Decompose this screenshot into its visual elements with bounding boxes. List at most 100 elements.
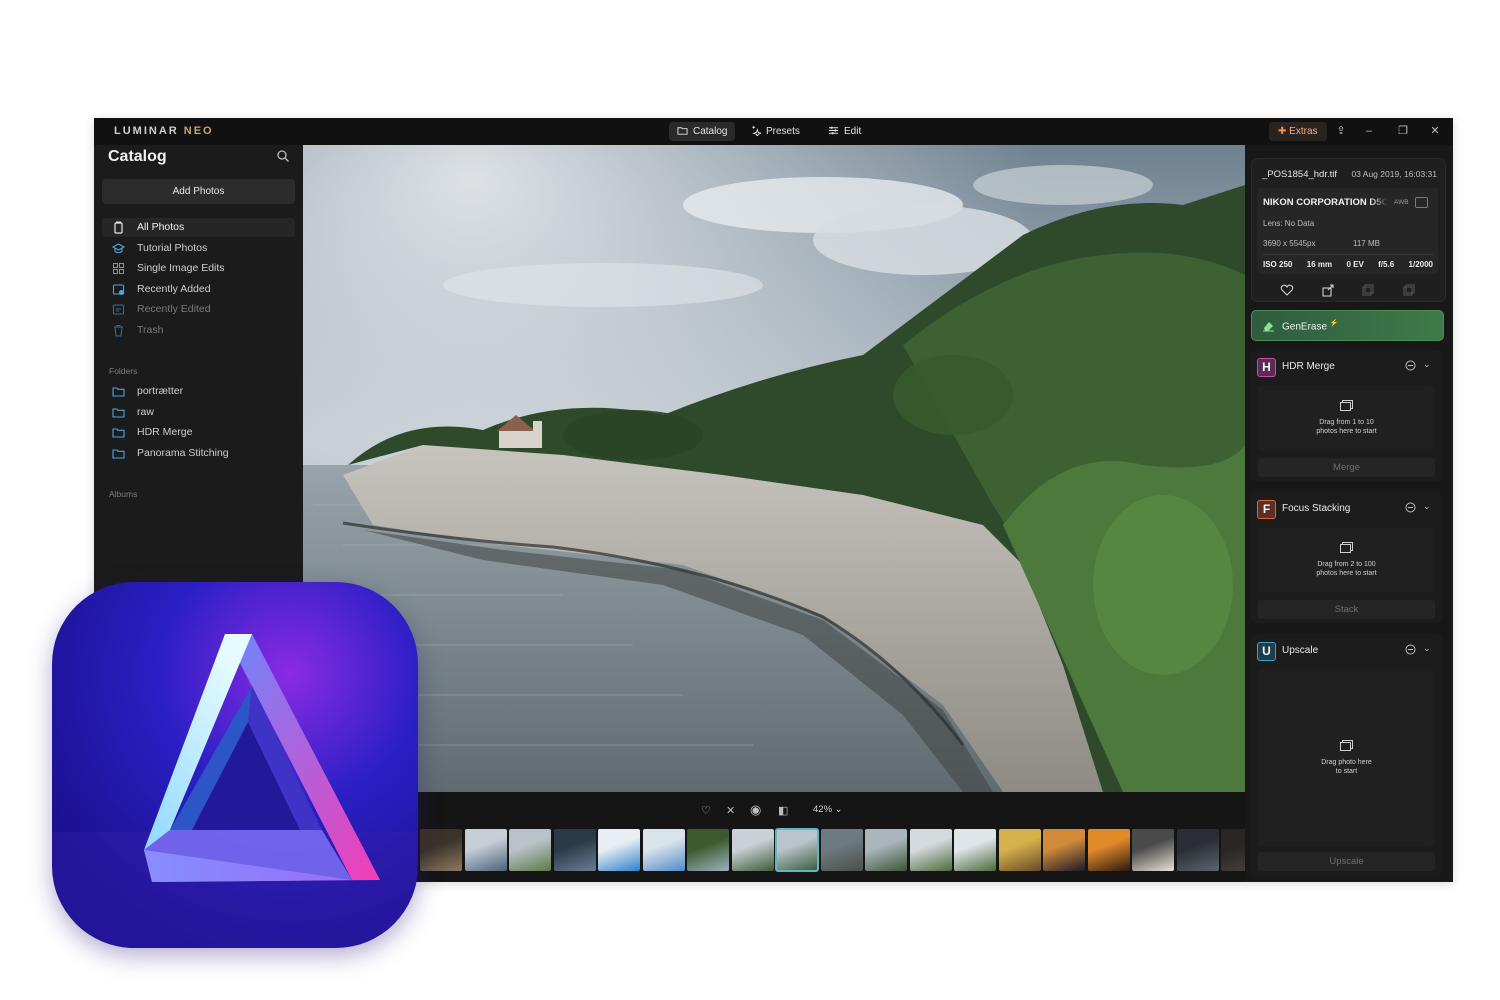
compare-icon[interactable]: ◧ xyxy=(778,804,788,818)
recently-edited-icon xyxy=(112,304,125,315)
filmstrip-thumbnail[interactable] xyxy=(954,829,996,871)
filmstrip-thumbnail[interactable] xyxy=(909,829,952,871)
sidebar-item-label: All Photos xyxy=(137,221,185,233)
filmstrip-thumbnail[interactable] xyxy=(687,829,729,871)
restore-button[interactable]: ❐ xyxy=(1395,123,1411,139)
sidebar-item-recently-added[interactable]: Recently Added xyxy=(102,280,295,299)
hdr-badge: H xyxy=(1257,358,1276,377)
generase-mark: ⚡ xyxy=(1329,320,1339,327)
recently-added-icon xyxy=(112,284,125,295)
reject-icon[interactable]: ✕ xyxy=(726,804,735,818)
right-panel: _POS1854_hdr.tif 03 Aug 2019, 16:03:31 N… xyxy=(1245,145,1453,882)
filmstrip-thumbnail[interactable] xyxy=(775,828,819,872)
grid-icon xyxy=(113,263,124,274)
heart-icon[interactable] xyxy=(1280,283,1294,297)
sidebar-item-trash[interactable]: Trash xyxy=(102,321,295,340)
filmstrip-thumbnail[interactable] xyxy=(1043,829,1085,871)
filmstrip-thumbnail[interactable] xyxy=(1176,829,1219,871)
folder-item[interactable]: Panorama Stitching xyxy=(102,444,295,463)
close-button[interactable]: ✕ xyxy=(1427,123,1443,139)
upscale-badge: U xyxy=(1257,642,1276,661)
puzzle-icon: ✚ xyxy=(1278,126,1290,137)
folder-icon xyxy=(112,428,125,438)
awb-label: AWB xyxy=(1394,199,1409,206)
remove-tool-icon[interactable] xyxy=(1405,644,1416,655)
drop-line: photos here to start xyxy=(1316,570,1377,577)
filmstrip-thumbnail[interactable] xyxy=(731,829,774,871)
tab-catalog-label: Catalog xyxy=(693,126,728,137)
chevron-down-icon[interactable]: ⌄ xyxy=(1423,501,1431,512)
upscale-drop-zone[interactable]: Drag photo here to start xyxy=(1258,670,1435,846)
folder-label: raw xyxy=(137,406,154,418)
hdr-drop-zone[interactable]: Drag from 1 to 10 photos here to start xyxy=(1258,386,1435,450)
exposure-comp: 0 EV xyxy=(1346,260,1364,269)
filmstrip-thumbnail[interactable] xyxy=(464,829,507,871)
filmstrip-thumbnail[interactable] xyxy=(598,829,640,871)
filmstrip-thumbnail[interactable] xyxy=(998,829,1041,871)
folder-item[interactable]: portrætter xyxy=(102,382,295,401)
filmstrip-thumbnail[interactable] xyxy=(1132,829,1174,871)
photo-canvas[interactable] xyxy=(303,145,1245,792)
tab-presets[interactable]: Presets xyxy=(742,122,808,141)
minimize-button[interactable]: – xyxy=(1361,123,1377,139)
camera-model: NIKON CORPORATION D5C xyxy=(1263,197,1388,208)
filmstrip[interactable] xyxy=(303,828,1263,873)
folder-label: portrætter xyxy=(137,385,184,397)
merge-button[interactable]: Merge xyxy=(1258,458,1435,477)
share-icon[interactable]: ⇪ xyxy=(1333,123,1349,139)
filmstrip-thumbnail[interactable] xyxy=(642,829,685,871)
filmstrip-thumbnail[interactable] xyxy=(1087,829,1130,871)
shutter-speed: 1/2000 xyxy=(1408,260,1433,269)
images-icon xyxy=(1340,740,1353,751)
sidebar-item-all-photos[interactable]: All Photos xyxy=(102,218,295,237)
albums-heading: Albums xyxy=(109,489,138,499)
sidebar-item-tutorial-photos[interactable]: Tutorial Photos xyxy=(102,239,295,258)
filmstrip-thumbnail[interactable] xyxy=(420,829,462,871)
extras-button[interactable]: ✚ Extras xyxy=(1269,122,1327,141)
generase-text: GenErase xyxy=(1282,321,1328,333)
chevron-down-icon: ⌄ xyxy=(834,804,843,815)
filmstrip-thumbnail[interactable] xyxy=(509,829,551,871)
eye-icon[interactable]: ◉ xyxy=(750,802,761,817)
generase-button[interactable]: GenErase ⚡ xyxy=(1251,310,1444,341)
graduation-cap-icon xyxy=(112,243,125,254)
folders-heading: Folders xyxy=(109,366,138,376)
paste-icon[interactable] xyxy=(1402,283,1416,297)
title-bar: LUMINAR NEO Catalog Presets Edit ✚ Extra… xyxy=(94,118,1453,145)
folder-item[interactable]: HDR Merge xyxy=(102,423,295,442)
file-date: 03 Aug 2019, 16:03:31 xyxy=(1351,169,1437,179)
drop-line: Drag from 2 to 100 xyxy=(1317,561,1376,568)
divider xyxy=(1263,254,1433,255)
tab-edit[interactable]: Edit xyxy=(820,122,869,141)
folder-item[interactable]: raw xyxy=(102,403,295,422)
app-logo: LUMINAR NEO xyxy=(114,125,214,137)
copy-icon[interactable] xyxy=(1361,283,1375,297)
heart-icon[interactable]: ♡ xyxy=(701,804,711,818)
filmstrip-thumbnail[interactable] xyxy=(865,829,907,871)
sidebar-item-label: Single Image Edits xyxy=(137,262,225,274)
aperture: f/5.6 xyxy=(1378,260,1395,269)
tab-catalog[interactable]: Catalog xyxy=(669,122,736,141)
search-icon[interactable] xyxy=(276,149,290,163)
sidebar-item-label: Tutorial Photos xyxy=(137,242,208,254)
tab-presets-label: Presets xyxy=(766,126,800,137)
chevron-down-icon[interactable]: ⌄ xyxy=(1423,643,1431,654)
stack-button[interactable]: Stack xyxy=(1258,600,1435,619)
exif-row: ISO 250 16 mm 0 EV f/5.6 1/2000 xyxy=(1263,260,1433,269)
sliders-icon xyxy=(828,126,839,135)
export-icon[interactable] xyxy=(1321,283,1335,297)
remove-tool-icon[interactable] xyxy=(1405,360,1416,371)
remove-tool-icon[interactable] xyxy=(1405,502,1416,513)
focus-drop-zone[interactable]: Drag from 2 to 100 photos here to start xyxy=(1258,528,1435,592)
zoom-select[interactable]: 42% ⌄ xyxy=(813,804,843,815)
filmstrip-thumbnail[interactable] xyxy=(553,829,596,871)
chevron-down-icon[interactable]: ⌄ xyxy=(1423,359,1431,370)
filmstrip-thumbnail[interactable] xyxy=(820,829,863,871)
sidebar-item-recently-edited[interactable]: Recently Edited xyxy=(102,300,295,319)
focus-stacking-card: F Focus Stacking ⌄ Drag from 2 to 100 ph… xyxy=(1251,492,1442,623)
folder-icon xyxy=(112,408,125,418)
sidebar-item-single-image-edits[interactable]: Single Image Edits xyxy=(102,259,295,278)
add-photos-button[interactable]: Add Photos xyxy=(102,179,295,204)
luminar-neo-app-icon xyxy=(52,582,418,948)
upscale-button[interactable]: Upscale xyxy=(1258,852,1435,871)
